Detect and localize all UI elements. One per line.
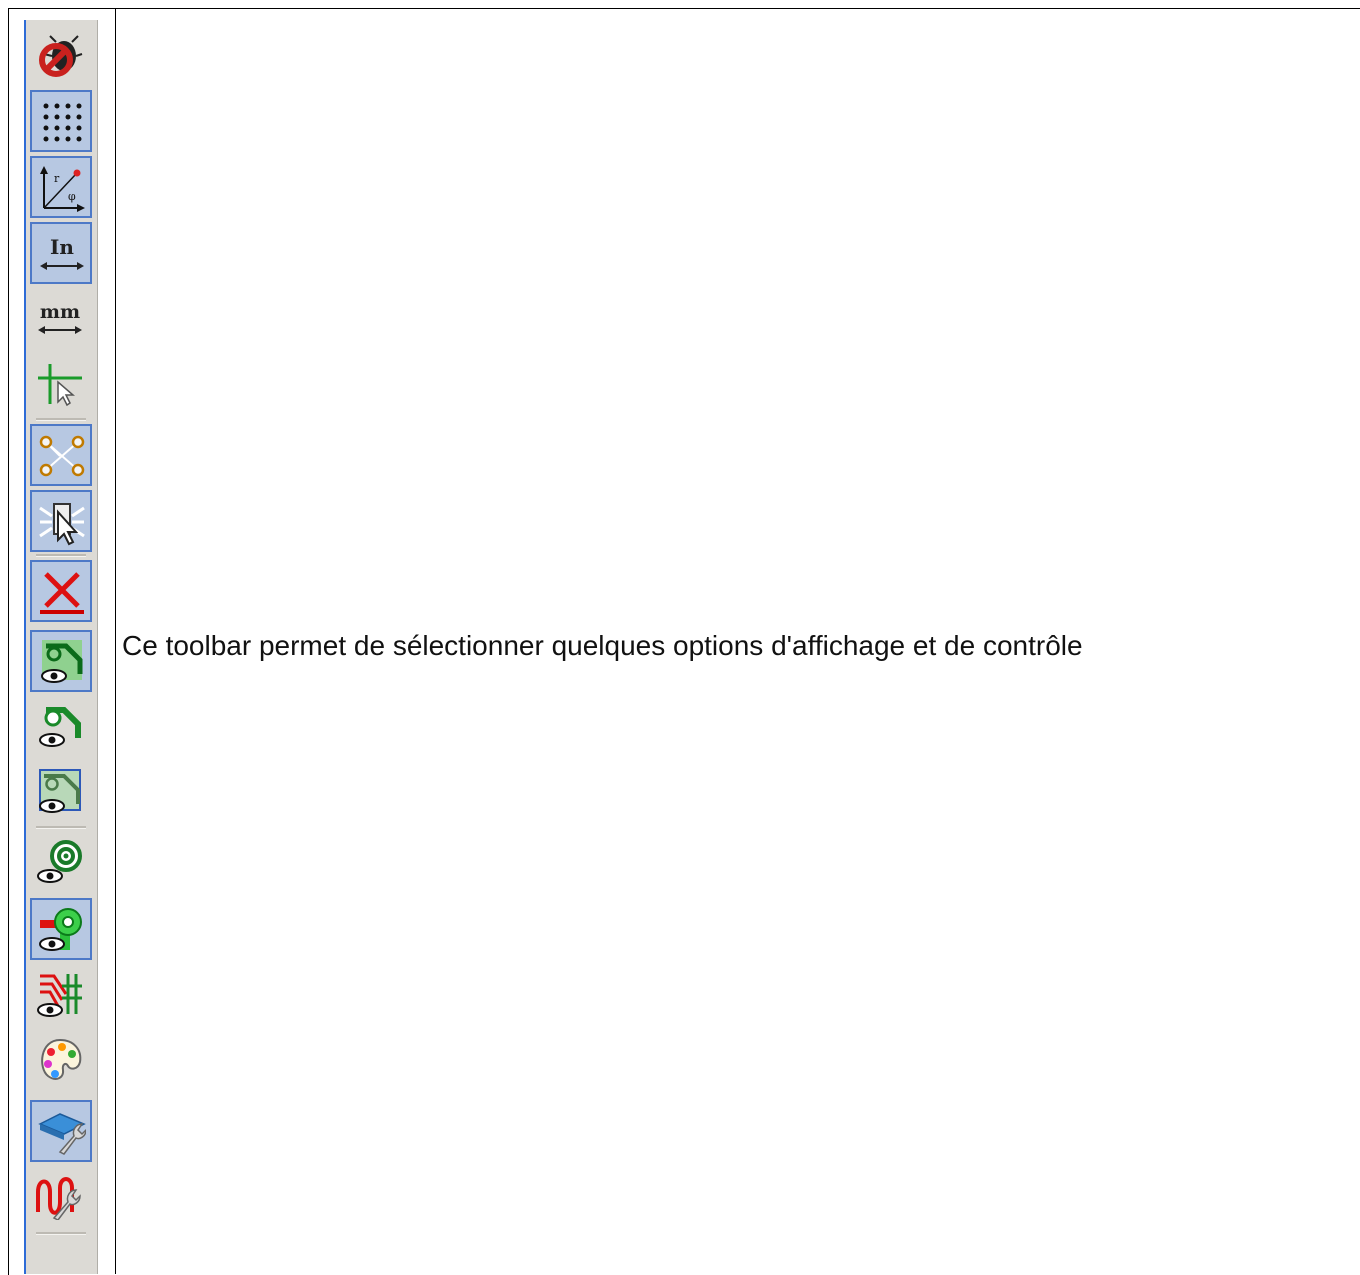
show-zones-button[interactable] [30, 832, 92, 894]
toolbar-separator [36, 1232, 86, 1235]
polar-coords-icon: r φ [40, 166, 85, 212]
toolbar-separator [36, 418, 86, 421]
unit-mm-button[interactable]: mm [30, 288, 92, 350]
track-sketch-button[interactable] [30, 762, 92, 824]
ratsnest-button[interactable] [30, 424, 92, 486]
drc-off-button[interactable] [30, 26, 92, 88]
layers-palette-icon [41, 1038, 82, 1080]
track-sketch-icon [39, 769, 81, 813]
layers-manager-button[interactable] [30, 1100, 92, 1162]
local-ratsnest-button[interactable] [30, 490, 92, 552]
grid-icon [43, 103, 82, 142]
layers-palette-button[interactable] [30, 1030, 92, 1092]
full-cursor-icon [38, 364, 82, 407]
show-zones-outline-button[interactable] [30, 898, 92, 960]
microwave-tools-button[interactable] [30, 1166, 92, 1228]
toolbar-separator [36, 554, 86, 557]
auto-delete-track-button[interactable] [30, 560, 92, 622]
pad-sketch-button[interactable] [30, 630, 92, 692]
toolbar-description: Ce toolbar permet de sélectionner quelqu… [122, 630, 1083, 661]
show-zones-outline-icon [39, 908, 82, 951]
auto-delete-track-icon [40, 572, 84, 614]
ratsnest-icon [39, 435, 85, 477]
display-options-toolbar: r φ In mm [24, 20, 98, 1274]
unit-mm-icon: mm [38, 301, 82, 334]
grid-button[interactable] [30, 90, 92, 152]
via-sketch-icon [39, 707, 81, 747]
table-divider [115, 8, 116, 1274]
unit-inch-icon: In [40, 235, 84, 270]
microwave-tools-icon [36, 1177, 81, 1220]
svg-text:r: r [54, 172, 60, 185]
polar-coords-button[interactable]: r φ [30, 156, 92, 218]
layers-manager-icon [38, 1113, 86, 1155]
svg-text:φ: φ [68, 190, 76, 203]
high-contrast-icon [37, 974, 82, 1017]
unit-inch-button[interactable]: In [30, 222, 92, 284]
pad-sketch-icon [41, 640, 83, 683]
drc-off-icon [39, 35, 83, 77]
full-cursor-button[interactable] [30, 354, 92, 416]
toolbar-separator [36, 826, 86, 829]
show-zones-icon [37, 840, 82, 883]
inch-label: In [50, 235, 74, 259]
via-sketch-button[interactable] [30, 696, 92, 758]
mm-label: mm [40, 301, 80, 323]
local-ratsnest-icon [39, 503, 85, 546]
high-contrast-button[interactable] [30, 964, 92, 1026]
